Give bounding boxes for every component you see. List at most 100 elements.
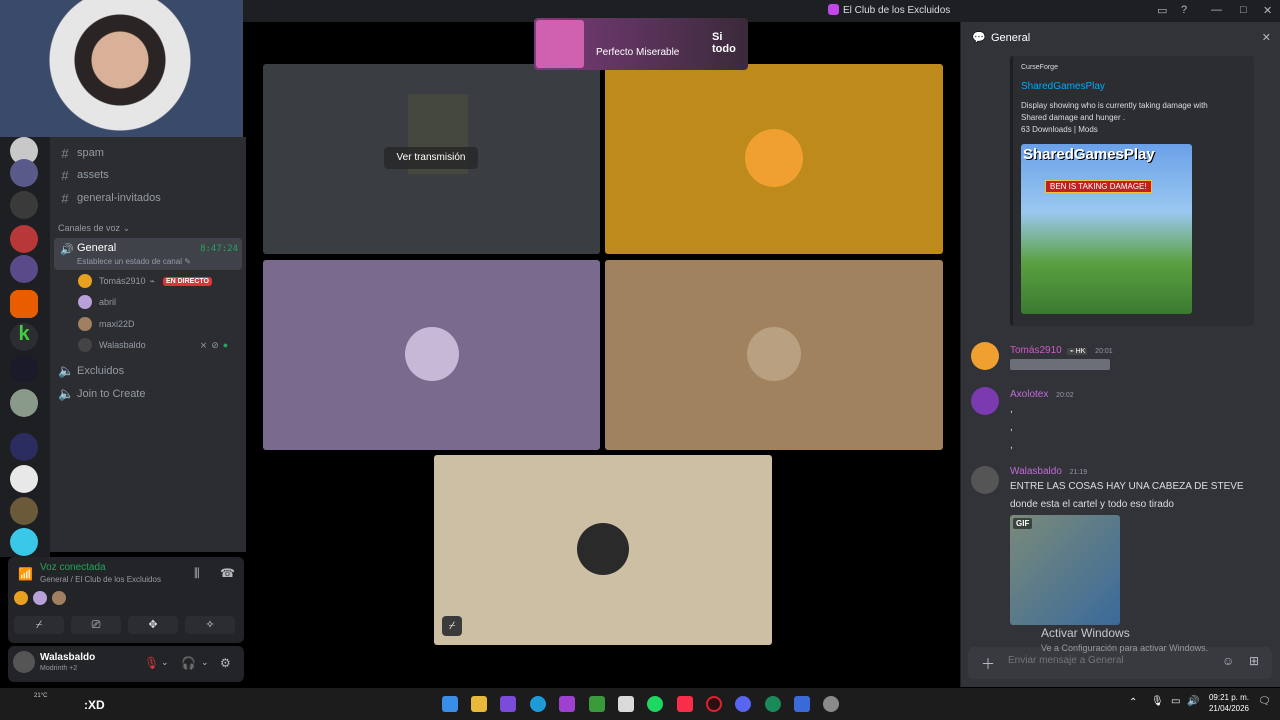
clock-time[interactable]: 09:21 p. m. [1207,693,1251,702]
server-icon[interactable] [10,290,38,318]
message-input[interactable] [1008,655,1208,666]
mic-muted-icon[interactable]: 🎙 [144,656,159,670]
message-avatar[interactable] [971,466,999,494]
soundboard-icon[interactable]: ⫼ [194,566,200,581]
settings-gear-icon[interactable]: ⚙ [220,656,231,670]
embed-description: Display showing who is currently taking … [1021,101,1208,110]
user-tile-maxi[interactable] [605,260,943,450]
gif-attachment[interactable]: GIF [1010,515,1120,625]
spoiler-block[interactable] [1010,359,1110,370]
activities-button[interactable]: ✥ [128,616,178,634]
voice-stage: Ver transmisión ⌿ [250,22,955,687]
music-icon[interactable] [677,696,693,712]
channel-spam[interactable]: # spam [58,143,244,163]
voice-user-tomas[interactable]: Tomás2910 ⌁ EN DIRECTO [78,272,212,290]
discord-icon[interactable] [735,696,751,712]
notification-icon[interactable]: 🗨 [1258,696,1271,707]
channel-name: assets [77,169,109,181]
badge-icon: ⌁ HK [1067,348,1088,355]
user-tile-abril[interactable] [263,260,600,450]
inbox-icon[interactable]: ▭ [1157,4,1167,17]
disconnect-icon[interactable]: ☎ [220,566,235,580]
chevron-down-icon[interactable]: ⌄ [201,657,209,668]
message-username[interactable]: Tomás2910 [1010,345,1062,356]
screen-share-button[interactable]: ⎚ [71,616,121,634]
mic-icon[interactable]: 🎙 [1151,696,1164,707]
voice-category[interactable]: Canales de voz ⌄ [58,223,130,234]
embed-image[interactable]: SharedGamesPlay BEN IS TAKING DAMAGE! [1021,144,1192,314]
server-icon[interactable] [10,355,38,383]
app-icon[interactable] [618,696,634,712]
voice-user-name: maxi22D [99,319,135,329]
voice-channel-general[interactable]: 🔊 General Establece un estado de canal ✎… [54,238,242,270]
opera-gx-icon[interactable] [706,696,722,712]
activities-icon: ✥ [148,619,158,631]
help-icon[interactable]: ? [1181,4,1187,16]
server-icon[interactable] [10,389,38,417]
soundboard-button[interactable]: ✧ [185,616,235,634]
channel-general-invitados[interactable]: # general-invitados [58,188,244,208]
server-icon[interactable] [10,225,38,253]
channel-assets[interactable]: # assets [58,165,244,185]
minecraft-icon[interactable] [589,696,605,712]
weather-widget[interactable]: 21°C [34,693,47,699]
message-text: ENTRE LAS COSAS HAY UNA CABEZA DE STEVE [1010,481,1244,492]
maximize-button[interactable]: □ [1240,4,1247,16]
camera-button[interactable]: ⌿ [14,616,64,634]
message-username[interactable]: Axolotex [1010,389,1048,400]
deafen-icon: ⊘ [211,339,219,350]
embed-title[interactable]: SharedGamesPlay [1021,81,1105,92]
message-avatar[interactable] [971,387,999,415]
camera-off-icon[interactable]: ⌿ [442,616,462,636]
server-icon[interactable] [10,255,38,283]
close-icon[interactable]: ✕ [1262,31,1271,44]
spotify-icon[interactable] [647,696,663,712]
user-avatar[interactable] [13,651,35,673]
voice-user-maxi[interactable]: maxi22D [78,315,135,333]
message-username[interactable]: Walasbaldo [1010,466,1062,477]
voice-channel-excluidos[interactable]: 🔈 Excluidos [58,361,244,381]
user-tile-tomas[interactable] [605,64,943,254]
volume-icon[interactable]: 🔊 [1187,696,1199,707]
chevron-down-icon[interactable]: ⌄ [161,657,169,668]
start-icon[interactable] [442,696,458,712]
server-icon[interactable] [10,191,38,219]
user-tile-walasbaldo[interactable]: ⌿ [434,455,772,645]
server-icon[interactable] [10,159,38,187]
message-header: Axolotex 20:02 [1010,389,1074,400]
app-icon[interactable] [794,696,810,712]
xbox-icon[interactable] [765,696,781,712]
server-icon[interactable] [10,497,38,525]
plus-icon[interactable]: ＋ [981,654,995,674]
chevron-up-icon[interactable]: ⌃ [1129,697,1137,708]
message-avatar[interactable] [971,342,999,370]
apps-icon[interactable]: ⊞ [1249,654,1259,668]
voice-channel-join-to-create[interactable]: 🔈 Join to Create [58,384,244,404]
close-window-button[interactable]: ✕ [1263,4,1272,17]
signal-icon[interactable]: 📶 [18,567,33,581]
voice-user-walasbaldo[interactable]: Walasbaldo ⨯ ⊘ ● [78,336,238,354]
copilot-icon[interactable] [500,696,516,712]
voice-status-subtitle[interactable]: General / El Club de los Excluidos [40,575,161,584]
voice-user-abril[interactable]: abril [78,293,116,311]
album-art [536,20,584,68]
mute-icon: ⨯ [199,339,208,350]
server-icon[interactable]: k [10,323,38,351]
server-icon[interactable] [10,465,38,493]
headphones-muted-icon[interactable]: 🎧 [181,656,196,670]
server-icon[interactable] [10,528,38,556]
stream-tile[interactable]: Ver transmisión [263,64,600,254]
folder-icon[interactable] [10,433,38,461]
file-explorer-icon[interactable] [471,696,487,712]
channel-status[interactable]: Establece un estado de canal ✎ [77,257,191,266]
clock-date[interactable]: 21/04/2026 [1207,704,1251,713]
message-timestamp: 20:01 [1095,348,1113,355]
obs-icon[interactable] [823,696,839,712]
emoji-icon[interactable]: ☺ [1222,654,1234,668]
network-icon[interactable]: ▭ [1171,696,1180,707]
message-header: Tomás2910 ⌁ HK 20:01 [1010,345,1113,356]
watch-stream-button[interactable]: Ver transmisión [384,147,478,169]
store-icon[interactable] [559,696,575,712]
edge-icon[interactable] [530,696,546,712]
minimize-button[interactable]: — [1211,4,1222,16]
